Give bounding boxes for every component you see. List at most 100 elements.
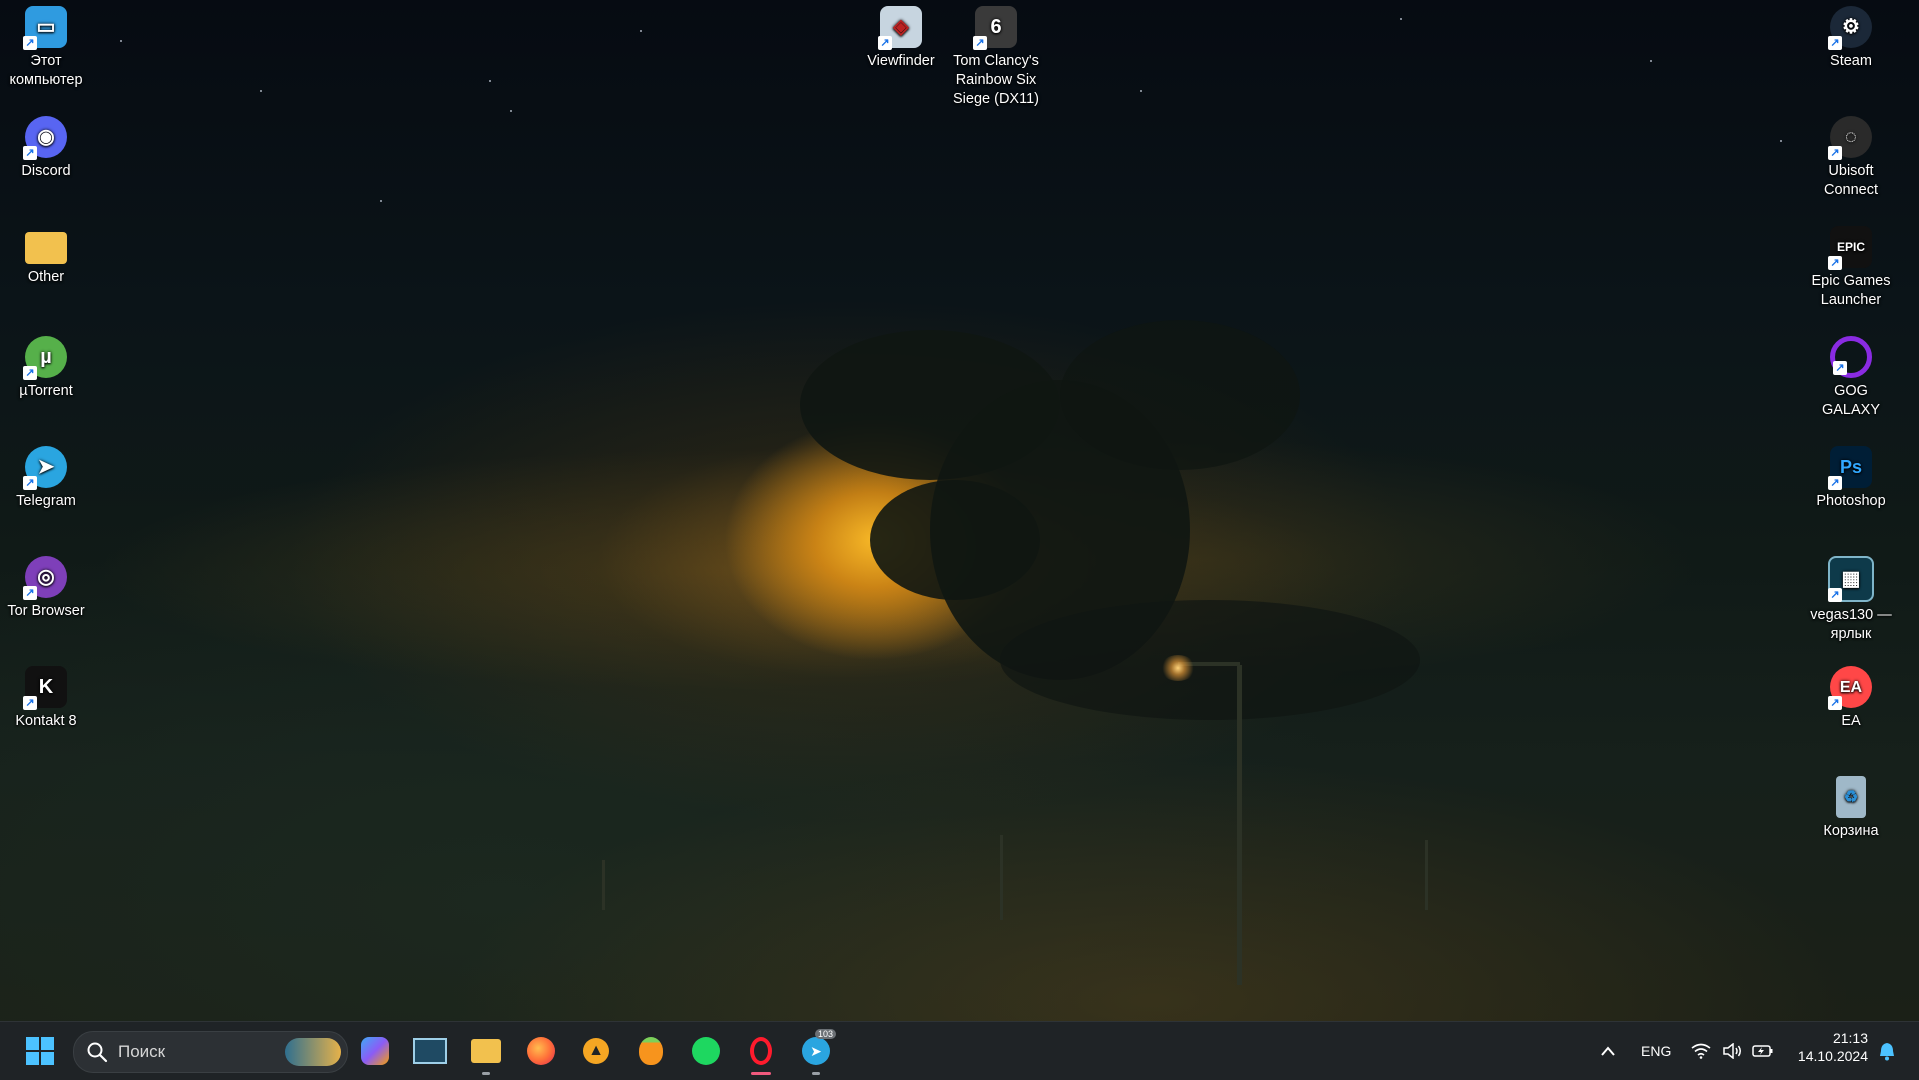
language-indicator[interactable]: ENG <box>1641 1043 1671 1059</box>
star <box>1140 90 1142 92</box>
desktop-icon-label: Ubisoft Connect <box>1823 163 1878 198</box>
taskbar-spotify[interactable] <box>686 1031 726 1071</box>
desktop-icon-gog-galaxy[interactable]: ↗ GOG GALAXY <box>1805 330 1897 420</box>
desktop-icon-label: GOG GALAXY <box>1821 383 1881 418</box>
start-button[interactable] <box>20 1031 60 1071</box>
desktop-icon-label: Telegram <box>16 493 76 509</box>
file-explorer-icon <box>471 1039 501 1063</box>
taskbar-fl-studio[interactable] <box>631 1031 671 1071</box>
street-lamp <box>1237 665 1242 985</box>
street-lamp <box>1425 840 1428 910</box>
taskbar-opera[interactable] <box>741 1031 781 1075</box>
desktop-icon-label: Tor Browser <box>7 603 85 619</box>
search-placeholder: Поиск <box>118 1042 166 1061</box>
aimp-icon: ▲ <box>583 1038 609 1064</box>
steam-icon: ⚙ ↗ <box>1828 6 1872 50</box>
search-icon <box>87 1042 108 1063</box>
desktop-icon-ea[interactable]: EA ↗ EA <box>1805 660 1897 731</box>
viewfinder-icon: ◈ ↗ <box>878 6 922 50</box>
active-indicator <box>751 1072 771 1075</box>
desktop-icon-label: Steam <box>1830 53 1872 69</box>
desktop-icon-label: Этот компьютер <box>9 53 83 88</box>
utorrent-icon: µ ↗ <box>23 336 67 380</box>
vegas-icon: ▦ ↗ <box>1828 556 1874 602</box>
star <box>380 200 382 202</box>
chevron-up-icon <box>1601 1046 1615 1056</box>
star <box>120 40 122 42</box>
street-lamp <box>602 860 605 910</box>
desktop-icon-steam[interactable]: ⚙ ↗ Steam <box>1805 0 1897 71</box>
taskbar-resource-monitor[interactable] <box>410 1031 450 1071</box>
folder-icon <box>25 232 67 264</box>
battery-button[interactable] <box>1746 1031 1780 1071</box>
desktop-icon-label: Viewfinder <box>867 53 935 69</box>
speaker-icon <box>1723 1043 1741 1059</box>
desktop-icon-label: µTorrent <box>19 383 73 399</box>
desktop-icon-viewfinder[interactable]: ◈ ↗ Viewfinder <box>855 0 947 71</box>
this-pc-icon: ▭ ↗ <box>23 6 67 50</box>
telegram-icon: ➤ <box>802 1037 830 1065</box>
desktop-icon-recycle-bin[interactable]: ♻ Корзина <box>1805 770 1897 841</box>
tor-browser-icon: ◎ ↗ <box>23 556 67 600</box>
desktop-wallpaper <box>0 0 1919 1021</box>
desktop-icon-label: Tom Clancy's Rainbow Six Siege (DX11) <box>953 53 1039 107</box>
wifi-icon <box>1691 1043 1711 1059</box>
taskbar-copilot[interactable] <box>355 1031 395 1071</box>
bell-icon <box>1880 1043 1894 1061</box>
desktop-icon-label: Kontakt 8 <box>15 713 77 729</box>
network-button[interactable] <box>1684 1031 1718 1071</box>
taskbar-aimp[interactable]: ▲ <box>576 1031 616 1071</box>
running-indicator <box>482 1072 490 1075</box>
clock-date: 14.10.2024 <box>1797 1048 1868 1064</box>
kontakt-icon: K ↗ <box>23 666 67 710</box>
desktop-icon-tor-browser[interactable]: ◎ ↗ Tor Browser <box>0 550 92 621</box>
telegram-icon: ➤ ↗ <box>23 446 67 490</box>
spotify-icon <box>692 1037 720 1065</box>
taskbar-file-explorer[interactable] <box>466 1031 506 1075</box>
desktop-icon-this-pc[interactable]: ▭ ↗ Этот компьютер <box>0 0 92 90</box>
notifications-button[interactable] <box>1870 1031 1904 1071</box>
clock-time: 21:13 <box>1832 1030 1868 1046</box>
search-box[interactable]: Поиск <box>73 1031 348 1073</box>
volume-button[interactable] <box>1716 1031 1750 1071</box>
desktop-icon-photoshop[interactable]: Ps ↗ Photoshop <box>1805 440 1897 511</box>
taskbar-telegram[interactable]: ➤ 103 <box>796 1029 836 1075</box>
taskbar: Поиск ▲ ➤ 103 ENG 21:13 14.10.2024 <box>0 1021 1919 1080</box>
firefox-icon <box>527 1037 555 1065</box>
star <box>489 80 491 82</box>
running-indicator <box>812 1072 820 1075</box>
photoshop-icon: Ps ↗ <box>1828 446 1872 490</box>
desktop-icon-label: EA <box>1841 713 1861 729</box>
desktop-icon-label: Discord <box>21 163 71 179</box>
battery-charging-icon <box>1752 1045 1773 1057</box>
desktop-icon-label: Other <box>27 269 65 285</box>
desktop-icon-kontakt[interactable]: K ↗ Kontakt 8 <box>0 660 92 731</box>
windows-logo-icon <box>26 1037 54 1065</box>
opera-icon <box>750 1037 772 1065</box>
show-hidden-icons-button[interactable] <box>1588 1031 1628 1071</box>
discord-icon: ◉ ↗ <box>23 116 67 160</box>
epic-games-icon: EPIC ↗ <box>1828 226 1872 270</box>
desktop-icon-label: Корзина <box>1823 823 1879 839</box>
clock[interactable]: 21:13 14.10.2024 <box>1788 1030 1868 1064</box>
star <box>260 90 262 92</box>
desktop-icon-utorrent[interactable]: µ ↗ µTorrent <box>0 330 92 401</box>
copilot-icon <box>361 1037 389 1065</box>
desktop-icon-rainbow-six[interactable]: 6 ↗ Tom Clancy's Rainbow Six Siege (DX11) <box>950 0 1042 109</box>
taskbar-firefox[interactable] <box>521 1031 561 1071</box>
desktop-icon-label: Photoshop <box>1816 493 1886 509</box>
star <box>640 30 642 32</box>
desktop-icon-telegram[interactable]: ➤ ↗ Telegram <box>0 440 92 511</box>
desktop-icon-vegas[interactable]: ▦ ↗ vegas130 — ярлык <box>1805 550 1897 644</box>
desktop-icon-epic-games[interactable]: EPIC ↗ Epic Games Launcher <box>1805 220 1897 310</box>
desktop-icon-label: vegas130 — ярлык <box>1810 607 1892 642</box>
ubisoft-icon: ◌ ↗ <box>1828 116 1872 160</box>
desktop-icon-ubisoft[interactable]: ◌ ↗ Ubisoft Connect <box>1805 110 1897 200</box>
search-highlight-image <box>285 1038 341 1066</box>
lamp-light <box>1160 655 1196 681</box>
desktop-icon-discord[interactable]: ◉ ↗ Discord <box>0 110 92 181</box>
cloud <box>1060 320 1300 470</box>
star <box>1780 140 1782 142</box>
star <box>1400 18 1402 20</box>
desktop-icon-other[interactable]: Other <box>0 220 92 287</box>
